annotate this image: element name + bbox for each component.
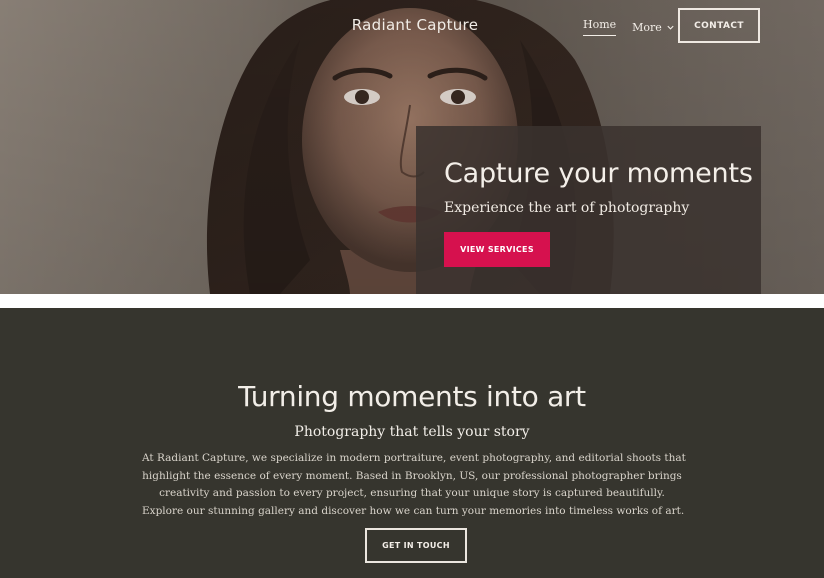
about-line: creativity and passion to every project,… bbox=[159, 487, 665, 499]
hero-card: Capture your moments Experience the art … bbox=[416, 126, 761, 294]
section-divider bbox=[0, 294, 824, 308]
view-services-button[interactable]: VIEW SERVICES bbox=[444, 232, 550, 267]
contact-button[interactable]: CONTACT bbox=[678, 8, 760, 43]
about-subtitle: Photography that tells your story bbox=[294, 424, 530, 440]
hero-title: Capture your moments bbox=[444, 158, 753, 189]
about-line: At Radiant Capture, we specialize in mod… bbox=[142, 452, 686, 464]
hero-section: Radiant Capture Home More CONTACT Captur… bbox=[0, 0, 824, 294]
page: Radiant Capture Home More CONTACT Captur… bbox=[0, 0, 824, 578]
main-nav: Home More bbox=[583, 18, 675, 36]
about-title: Turning moments into art bbox=[238, 380, 586, 413]
chevron-down-icon bbox=[667, 25, 674, 30]
brand-logo[interactable]: Radiant Capture bbox=[300, 16, 530, 34]
about-line: Explore our stunning gallery and discove… bbox=[142, 504, 685, 517]
about-line: highlight the essence of every moment. B… bbox=[142, 469, 682, 482]
about-section: Turning moments into art Photography tha… bbox=[0, 308, 824, 578]
nav-more-label: More bbox=[632, 20, 662, 34]
nav-more-dropdown[interactable]: More bbox=[632, 21, 675, 34]
get-in-touch-button[interactable]: GET IN TOUCH bbox=[365, 528, 467, 563]
about-description: At Radiant Capture, we specialize in mod… bbox=[142, 450, 686, 520]
hero-subtitle: Experience the art of photography bbox=[444, 200, 690, 216]
nav-home-link[interactable]: Home bbox=[583, 18, 617, 36]
